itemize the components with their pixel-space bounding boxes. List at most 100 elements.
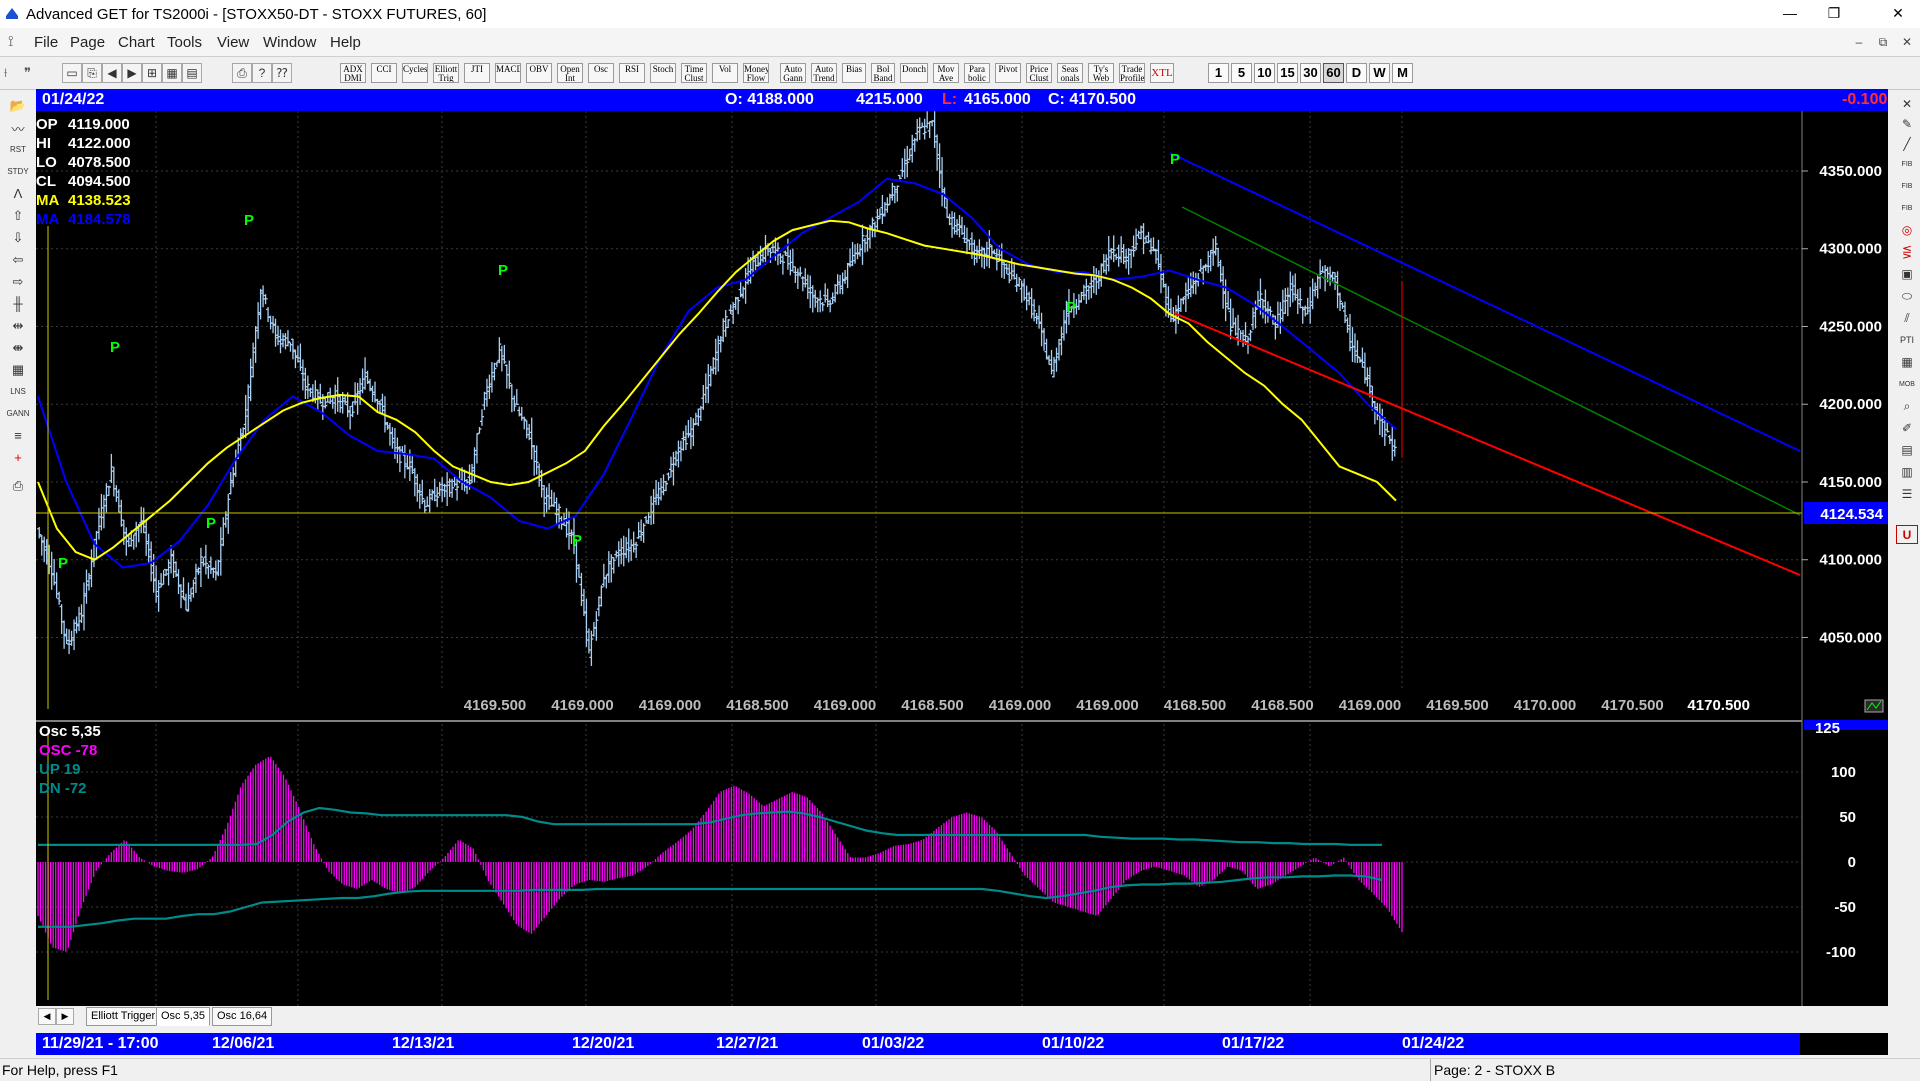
zoom-icon[interactable]: ⊞ (142, 63, 162, 83)
print-icon[interactable]: ⎙ (232, 63, 252, 83)
study-button-jti[interactable]: JTI (464, 63, 490, 83)
mdi-close-button[interactable]: ✕ (1896, 32, 1918, 52)
tab-next-button[interactable]: ▶ (56, 1008, 74, 1025)
study-button-auto-gann[interactable]: Auto Gann (780, 63, 806, 83)
settings-icon[interactable]: ☰ (1896, 485, 1918, 504)
study-button-osc[interactable]: Osc (588, 63, 614, 83)
ellipse-icon[interactable]: ⬭ (1896, 287, 1918, 306)
grid-icon[interactable]: ▦ (162, 63, 182, 83)
study-button-adx-dmi[interactable]: ADX DMI (340, 63, 366, 83)
close-button[interactable]: ✕ (1876, 0, 1920, 26)
draw-line-icon[interactable]: ╱ (1896, 135, 1918, 154)
quote-icon[interactable]: ❞ (24, 65, 31, 81)
timeframe-d-button[interactable]: D (1346, 63, 1367, 83)
mdi-restore-button[interactable]: ⧉ (1872, 32, 1894, 52)
tab-prev-button[interactable]: ◀ (38, 1008, 56, 1025)
marker-icon[interactable]: ✐ (1896, 419, 1918, 438)
help-icon[interactable]: ? (252, 63, 272, 83)
menu-help[interactable]: Help (330, 34, 361, 51)
bars-icon[interactable]: ╫ (5, 293, 31, 313)
timeframe-60-button[interactable]: 60 (1323, 63, 1344, 83)
fib-icon[interactable]: ≡ (5, 425, 31, 445)
study-button-money-flow[interactable]: Money Flow (743, 63, 769, 83)
timeframe-1-button[interactable]: 1 (1208, 63, 1229, 83)
tab-elliott-trigger[interactable]: Elliott Trigger (86, 1007, 161, 1026)
elliott-wave-icon[interactable]: 〰 (5, 119, 31, 139)
study-button-stoch[interactable]: Stoch (650, 63, 676, 83)
fan-icon[interactable]: ⋚ (1896, 243, 1918, 262)
study-button-seas-onals[interactable]: Seas onals (1057, 63, 1083, 83)
fib-time-icon[interactable]: FIB (1896, 199, 1918, 218)
timeframe-m-button[interactable]: M (1392, 63, 1413, 83)
minimize-button[interactable]: — (1768, 0, 1812, 26)
box-icon[interactable]: ▣ (1896, 265, 1918, 284)
table-icon[interactable]: ▦ (5, 359, 31, 379)
study-button-donch[interactable]: Donch (900, 63, 928, 83)
document-icon[interactable]: ⟟ (8, 33, 14, 50)
study-button-time-clust[interactable]: Time Clust (681, 63, 707, 83)
study-button-open-int[interactable]: Open Int (557, 63, 583, 83)
back-icon[interactable]: ◀ (102, 63, 122, 83)
menu-view[interactable]: View (217, 34, 249, 51)
timeframe-15-button[interactable]: 15 (1277, 63, 1298, 83)
menu-page[interactable]: Page (70, 34, 105, 51)
menu-chart[interactable]: Chart (118, 34, 155, 51)
circle-icon[interactable]: ◎ (1896, 221, 1918, 240)
reset-icon[interactable]: RST (5, 139, 31, 159)
arrow-right-icon[interactable]: ⇨ (5, 271, 31, 291)
arrow-down-icon[interactable]: ⇩ (5, 227, 31, 247)
mdi-minimize-button[interactable]: – (1848, 32, 1870, 52)
study-button-cycles[interactable]: Cycles (402, 63, 428, 83)
channel-icon[interactable]: ⫽ (1896, 309, 1918, 328)
compress-icon[interactable]: ⇼ (5, 337, 31, 357)
crosshair-icon[interactable]: + (5, 447, 31, 467)
menu-tools[interactable]: Tools (167, 34, 202, 51)
study-button-trade-profile[interactable]: Trade Profile (1119, 63, 1145, 83)
context-help-icon[interactable]: ⁇ (272, 63, 292, 83)
pen-icon[interactable]: ✎ (1896, 115, 1918, 134)
open-icon[interactable]: 📂 (5, 95, 31, 115)
study-button-obv[interactable]: OBV (526, 63, 552, 83)
expand-icon[interactable]: ⇹ (5, 315, 31, 335)
price-chart[interactable]: P P P P P P P P 4350.000 4300.000 4250.000 4200.00… (36, 111, 1888, 720)
copy-icon[interactable]: ⎘ (82, 63, 102, 83)
timeframe-w-button[interactable]: W (1369, 63, 1390, 83)
maximize-button[interactable]: ❐ (1812, 0, 1856, 26)
grid-tool-icon[interactable]: ▦ (1896, 353, 1918, 372)
study-button-price-clust[interactable]: Price Clust (1026, 63, 1052, 83)
pin-icon[interactable]: ⟊ (4, 65, 7, 81)
study-button-auto-trend[interactable]: Auto Trend (811, 63, 837, 83)
study-button-cci[interactable]: CCI (371, 63, 397, 83)
menu-file[interactable]: File (34, 34, 58, 51)
book-icon[interactable]: ▥ (1896, 463, 1918, 482)
chart-options-icon[interactable] (1864, 699, 1884, 713)
gann-icon[interactable]: GANN (5, 403, 31, 423)
timeframe-10-button[interactable]: 10 (1254, 63, 1275, 83)
timeframe-5-button[interactable]: 5 (1231, 63, 1252, 83)
oscillator-chart[interactable]: 125 100 50 0 -50 -100 Osc 5,35 OSC -78 UP 19 DN … (36, 720, 1888, 1010)
elliott-icon[interactable]: Ʌ (5, 183, 31, 203)
new-page-icon[interactable]: ▭ (62, 63, 82, 83)
mob-icon[interactable]: MOB (1896, 375, 1918, 394)
study-button-macd[interactable]: MACD (495, 63, 521, 83)
study-button-pivot[interactable]: Pivot (995, 63, 1021, 83)
arrow-left-icon[interactable]: ⇦ (5, 249, 31, 269)
pti-icon[interactable]: PTI (1896, 331, 1918, 350)
lines-icon[interactable]: LNS (5, 381, 31, 401)
tab-osc-16-64[interactable]: Osc 16,64 (212, 1007, 273, 1026)
study-button-rsi[interactable]: RSI (619, 63, 645, 83)
fib-ret-icon[interactable]: FIB (1896, 155, 1918, 174)
study-icon[interactable]: STDY (5, 161, 31, 181)
study-button-bol-band[interactable]: Bol Band (871, 63, 895, 83)
study-button-vol[interactable]: Vol (712, 63, 738, 83)
fib-ext-icon[interactable]: FIB (1896, 177, 1918, 196)
study-button-mov-ave[interactable]: Mov Ave (933, 63, 959, 83)
forward-icon[interactable]: ▶ (122, 63, 142, 83)
undo-icon[interactable]: U (1896, 525, 1918, 544)
layout-icon[interactable]: ▤ (182, 63, 202, 83)
study-button-para-bolic[interactable]: Para bolic (964, 63, 990, 83)
study-button-xtl[interactable]: XTL (1150, 63, 1174, 83)
study-button-bias[interactable]: Bias (842, 63, 866, 83)
study-button-ty-s-web[interactable]: Ty's Web (1088, 63, 1114, 83)
zoom-in-icon[interactable]: ⌕ (1896, 397, 1918, 416)
